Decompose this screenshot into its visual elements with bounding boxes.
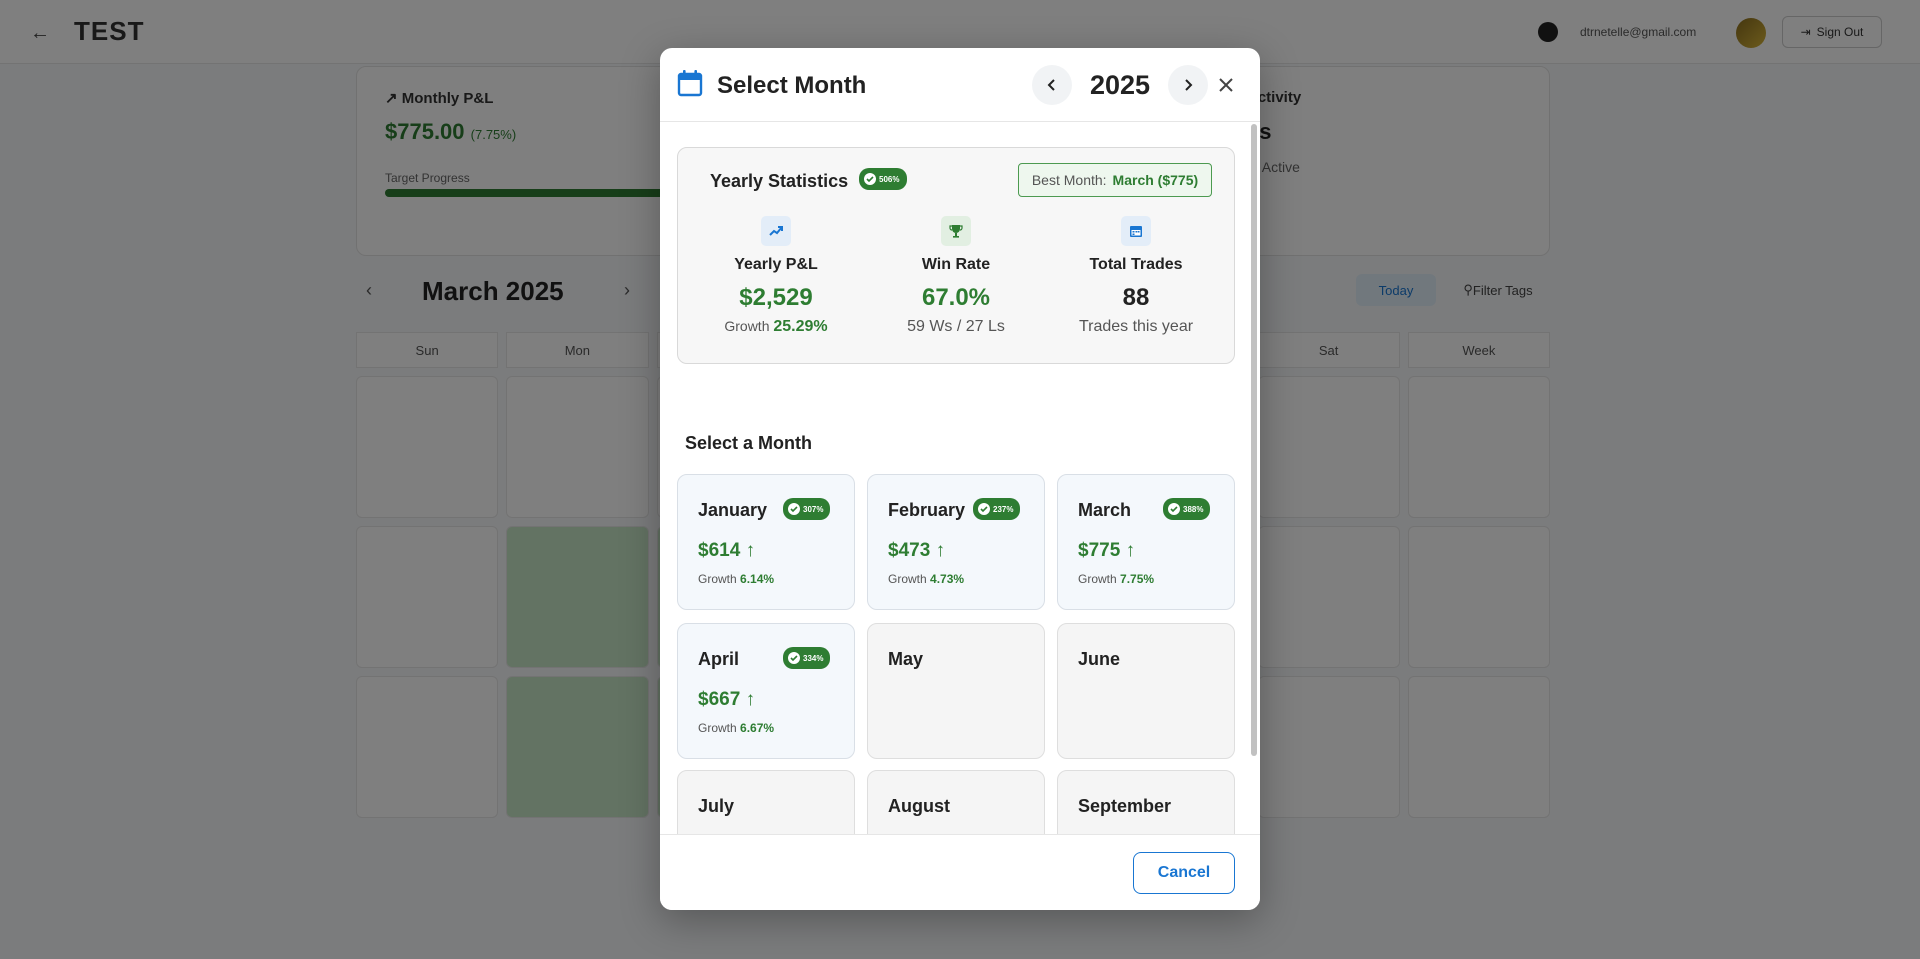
yearly-pl-stat: Yearly P&L $2,529 Growth 25.29% (686, 216, 866, 336)
dialog-header: Select Month 2025 (660, 48, 1260, 122)
month-badge: 237% (973, 498, 1021, 520)
win-rate-label: Win Rate (921, 256, 991, 273)
scroll-thumb[interactable] (1251, 124, 1257, 756)
calendar-small-icon (1121, 216, 1151, 246)
month-pl: $473 ↑ (888, 540, 946, 561)
arrow-up-icon: ↑ (1125, 540, 1136, 561)
dialog-title: Select Month (717, 72, 867, 99)
month-pl: $667 ↑ (698, 689, 756, 710)
win-rate-stat: Win Rate 67.0% 59 Ws / 27 Ls (866, 216, 1046, 336)
yearly-badge-label: 506% (879, 174, 900, 184)
month-card-february[interactable]: February 237% $473 ↑ Growth 4.73% (867, 474, 1045, 610)
check-circle-icon (788, 503, 800, 515)
month-name: June (1078, 649, 1121, 669)
win-loss-count: 59 Ws / 27 Ls (907, 318, 1005, 335)
dialog-footer: Cancel (660, 834, 1260, 910)
best-month-value: March ($775) (1112, 172, 1199, 188)
win-rate-value: 67.0% (921, 284, 991, 311)
previous-year-button[interactable] (1032, 65, 1072, 105)
arrow-up-icon: ↑ (745, 689, 756, 710)
best-month-badge: Best Month: March ($775) (1018, 163, 1212, 197)
chevron-left-icon (1047, 79, 1055, 91)
month-growth: Growth 4.73% (888, 572, 965, 586)
total-trades-stat: Total Trades 88 Trades this year (1046, 216, 1226, 336)
select-month-dialog: Select Month 2025 Yearly Statistics 506%… (660, 48, 1260, 910)
yearly-pl-label: Yearly P&L (734, 256, 818, 273)
close-icon (1219, 78, 1233, 92)
check-circle-icon (978, 503, 990, 515)
month-card-august[interactable]: August (867, 770, 1045, 834)
total-trades-value: 88 (1122, 284, 1150, 311)
month-name: February (888, 500, 966, 520)
trending-up-icon (761, 216, 791, 246)
cancel-button[interactable]: Cancel (1133, 852, 1235, 894)
month-badge: 307% (783, 498, 831, 520)
trophy-icon (941, 216, 971, 246)
month-growth: Growth 7.75% (1078, 572, 1155, 586)
month-name: September (1078, 796, 1172, 816)
month-card-july[interactable]: July (677, 770, 855, 834)
close-button[interactable] (1213, 72, 1239, 98)
check-circle-icon (788, 652, 800, 664)
yearly-statistics-title: Yearly Statistics (710, 171, 849, 191)
check-circle-icon (864, 173, 876, 185)
dialog-body[interactable]: Yearly Statistics 506% Best Month: March… (660, 122, 1260, 834)
chevron-right-icon (1185, 79, 1193, 91)
best-month-label: Best Month: (1031, 172, 1107, 188)
month-badge: 388% (1163, 498, 1211, 520)
month-name: March (1078, 500, 1132, 520)
month-name: July (698, 796, 735, 816)
arrow-up-icon: ↑ (745, 540, 756, 561)
yearly-statistics-card: Yearly Statistics 506% Best Month: March… (677, 147, 1235, 364)
arrow-up-icon: ↑ (935, 540, 946, 561)
dialog-scrollbar[interactable] (1250, 122, 1258, 834)
total-trades-label: Total Trades (1089, 256, 1183, 273)
calendar-icon (677, 70, 703, 97)
month-growth: Growth 6.14% (698, 572, 775, 586)
month-growth: Growth 6.67% (698, 721, 775, 735)
month-name: April (698, 649, 740, 669)
month-name: August (888, 796, 950, 816)
month-badge: 334% (783, 647, 831, 669)
month-name: January (698, 500, 768, 520)
month-pl: $775 ↑ (1078, 540, 1136, 561)
next-year-button[interactable] (1168, 65, 1208, 105)
month-card-may[interactable]: May (867, 623, 1045, 759)
month-card-march[interactable]: March 388% $775 ↑ Growth 7.75% (1057, 474, 1235, 610)
month-card-january[interactable]: January 307% $614 ↑ Growth 6.14% (677, 474, 855, 610)
year-label: 2025 (1089, 70, 1151, 100)
yearly-badge: 506% (859, 168, 908, 190)
yearly-pl-value: $2,529 (739, 284, 813, 311)
select-month-heading: Select a Month (685, 433, 813, 453)
total-trades-sub: Trades this year (1078, 318, 1194, 335)
month-card-september[interactable]: September (1057, 770, 1235, 834)
yearly-growth: Growth 25.29% (724, 318, 828, 335)
month-card-june[interactable]: June (1057, 623, 1235, 759)
month-pl: $614 ↑ (698, 540, 756, 561)
month-name: May (888, 649, 924, 669)
check-circle-icon (1168, 503, 1180, 515)
month-card-april[interactable]: April 334% $667 ↑ Growth 6.67% (677, 623, 855, 759)
